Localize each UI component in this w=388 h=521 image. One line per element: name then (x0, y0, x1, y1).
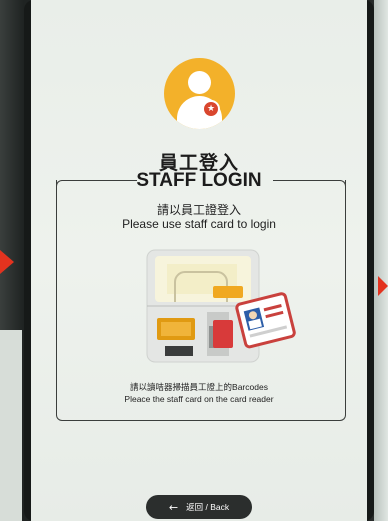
footer-instruction-en: Pleace the staff card on the card reader (124, 394, 274, 404)
footer-instruction-zh: 請以讀咭器掃描員工證上的Barcodes (130, 382, 268, 392)
instruction-en: Please use staff card to login (122, 217, 276, 231)
card-reader-icon (146, 249, 296, 363)
red-arrow-left-icon (0, 250, 14, 274)
staff-user-icon: ★ (164, 58, 235, 129)
avatar-head (188, 71, 211, 94)
left-arrow-icon: ← (168, 500, 179, 514)
back-button-label: 返回 / Back (186, 502, 230, 512)
instruction-zh: 請以員工證登入 (156, 203, 241, 217)
kiosk-screen: ★ 員工登入 STAFF LOGIN 請以員工證登入 Please use st… (31, 0, 367, 521)
back-button[interactable]: ← 返回 / Back (146, 495, 252, 519)
star-badge-icon: ★ (202, 100, 220, 118)
red-arrow-right-icon (378, 276, 388, 296)
right-side-panel (374, 0, 388, 521)
left-side-panel (0, 330, 22, 521)
